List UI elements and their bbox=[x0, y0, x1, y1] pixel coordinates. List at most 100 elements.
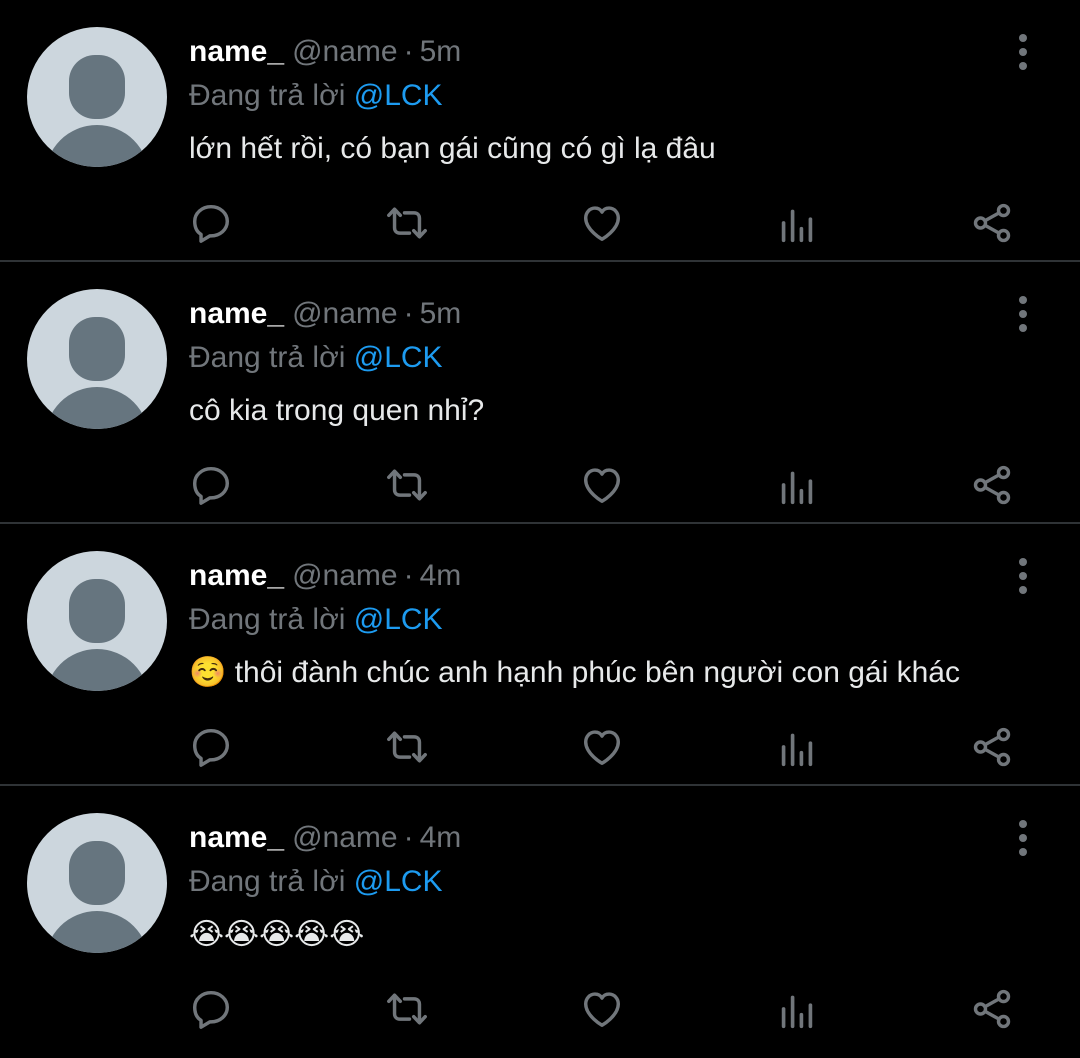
avatar-body-shape bbox=[45, 649, 149, 691]
mention-link[interactable]: @LCK bbox=[354, 79, 443, 112]
avatar[interactable] bbox=[27, 551, 167, 691]
user-handle[interactable]: @name bbox=[292, 297, 398, 330]
display-name[interactable]: name_ bbox=[189, 821, 284, 854]
analytics-icon bbox=[781, 733, 813, 767]
more-vertical-icon[interactable] bbox=[1006, 292, 1040, 336]
separator-dot: · bbox=[403, 297, 414, 330]
avatar[interactable] bbox=[27, 813, 167, 953]
reply-button[interactable] bbox=[186, 984, 236, 1034]
heart-icon bbox=[583, 468, 621, 504]
reply-icon bbox=[192, 990, 230, 1029]
mention-link[interactable]: @LCK bbox=[354, 603, 443, 636]
more-vertical-icon[interactable] bbox=[1006, 30, 1040, 74]
separator-dot: · bbox=[403, 821, 414, 854]
replying-to-label: Đang trả lời bbox=[189, 865, 346, 898]
display-name[interactable]: name_ bbox=[189, 559, 284, 592]
mention-link[interactable]: @LCK bbox=[354, 341, 443, 374]
replying-to-label: Đang trả lời bbox=[189, 603, 346, 636]
retweet-button[interactable] bbox=[382, 984, 432, 1034]
share-button[interactable] bbox=[967, 722, 1017, 772]
like-button[interactable] bbox=[577, 460, 627, 510]
reply-icon bbox=[192, 466, 230, 505]
replying-to-line: Đang trả lời @LCK bbox=[189, 78, 443, 114]
like-button[interactable] bbox=[577, 198, 627, 248]
avatar[interactable] bbox=[27, 27, 167, 167]
reply-button[interactable] bbox=[186, 460, 236, 510]
retweet-icon bbox=[387, 207, 427, 239]
avatar-head-shape bbox=[69, 841, 125, 905]
timestamp[interactable]: 5m bbox=[420, 297, 462, 330]
display-name[interactable]: name_ bbox=[189, 35, 284, 68]
user-handle[interactable]: @name bbox=[292, 821, 398, 854]
replying-to-line: Đang trả lời @LCK bbox=[189, 340, 443, 376]
display-name[interactable]: name_ bbox=[189, 297, 284, 330]
replying-to-line: Đang trả lời @LCK bbox=[189, 864, 443, 900]
tweet-text: 😭😭😭😭😭 bbox=[189, 918, 365, 951]
tweet-text: lớn hết rồi, có bạn gái cũng có gì lạ đâ… bbox=[189, 132, 716, 165]
reply-feed: name_ @name · 5m Đang trả lời @LCK lớn hết … bbox=[0, 0, 1080, 1058]
avatar-body-shape bbox=[45, 911, 149, 953]
avatar-head-shape bbox=[69, 55, 125, 119]
separator-dot: · bbox=[403, 35, 414, 68]
share-icon bbox=[973, 203, 1011, 243]
retweet-button[interactable] bbox=[382, 722, 432, 772]
user-handle[interactable]: @name bbox=[292, 35, 398, 68]
analytics-icon bbox=[781, 471, 813, 505]
mention-link[interactable]: @LCK bbox=[354, 865, 443, 898]
heart-icon bbox=[583, 730, 621, 766]
retweet-icon bbox=[387, 469, 427, 501]
user-handle[interactable]: @name bbox=[292, 559, 398, 592]
heart-icon bbox=[583, 992, 621, 1028]
like-button[interactable] bbox=[577, 722, 627, 772]
share-button[interactable] bbox=[967, 460, 1017, 510]
reply-button[interactable] bbox=[186, 722, 236, 772]
timestamp[interactable]: 5m bbox=[420, 35, 462, 68]
share-icon bbox=[973, 465, 1011, 505]
tweet-actions bbox=[0, 460, 1080, 510]
timestamp[interactable]: 4m bbox=[420, 821, 462, 854]
tweet[interactable]: name_ @name · 4m Đang trả lời @LCK 😭😭😭😭😭 bbox=[0, 786, 1080, 1058]
replying-to-label: Đang trả lời bbox=[189, 341, 346, 374]
retweet-button[interactable] bbox=[382, 460, 432, 510]
tweet[interactable]: name_ @name · 5m Đang trả lời @LCK cô kia t… bbox=[0, 262, 1080, 524]
tweet-text: cô kia trong quen nhỉ? bbox=[189, 394, 485, 427]
share-button[interactable] bbox=[967, 984, 1017, 1034]
retweet-icon bbox=[387, 993, 427, 1025]
tweet-header: name_ @name · 4m bbox=[189, 820, 461, 856]
share-icon bbox=[973, 989, 1011, 1029]
heart-icon bbox=[583, 206, 621, 242]
tweet[interactable]: name_ @name · 4m Đang trả lời @LCK ☺️ thôi … bbox=[0, 524, 1080, 786]
share-button[interactable] bbox=[967, 198, 1017, 248]
views-button[interactable] bbox=[772, 198, 822, 248]
retweet-button[interactable] bbox=[382, 198, 432, 248]
tweet-header: name_ @name · 5m bbox=[189, 34, 461, 70]
avatar[interactable] bbox=[27, 289, 167, 429]
tweet-actions bbox=[0, 198, 1080, 248]
more-vertical-icon[interactable] bbox=[1006, 816, 1040, 860]
tweet-actions bbox=[0, 722, 1080, 772]
avatar-body-shape bbox=[45, 125, 149, 167]
more-vertical-icon[interactable] bbox=[1006, 554, 1040, 598]
tweet-header: name_ @name · 5m bbox=[189, 296, 461, 332]
views-button[interactable] bbox=[772, 722, 822, 772]
avatar-body-shape bbox=[45, 387, 149, 429]
like-button[interactable] bbox=[577, 984, 627, 1034]
reply-button[interactable] bbox=[186, 198, 236, 248]
analytics-icon bbox=[781, 209, 813, 243]
avatar-head-shape bbox=[69, 579, 125, 643]
tweet-text: ☺️ thôi đành chúc anh hạnh phúc bên ngườ… bbox=[189, 656, 960, 689]
analytics-icon bbox=[781, 995, 813, 1029]
replying-to-line: Đang trả lời @LCK bbox=[189, 602, 443, 638]
tweet-actions bbox=[0, 984, 1080, 1034]
timestamp[interactable]: 4m bbox=[420, 559, 462, 592]
views-button[interactable] bbox=[772, 984, 822, 1034]
tweet[interactable]: name_ @name · 5m Đang trả lời @LCK lớn hết … bbox=[0, 0, 1080, 262]
separator-dot: · bbox=[403, 559, 414, 592]
avatar-head-shape bbox=[69, 317, 125, 381]
views-button[interactable] bbox=[772, 460, 822, 510]
retweet-icon bbox=[387, 731, 427, 763]
tweet-header: name_ @name · 4m bbox=[189, 558, 461, 594]
replying-to-label: Đang trả lời bbox=[189, 79, 346, 112]
reply-icon bbox=[192, 204, 230, 243]
reply-icon bbox=[192, 728, 230, 767]
